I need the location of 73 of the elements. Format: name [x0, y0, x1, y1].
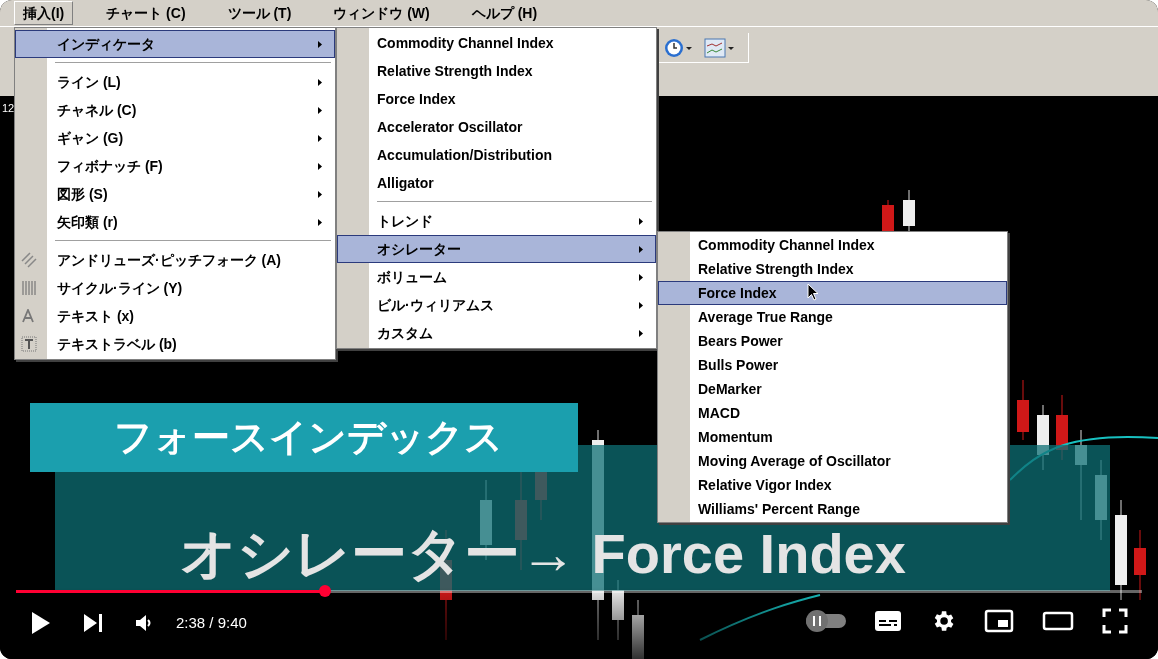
text-label-icon [21, 336, 37, 352]
menu-bar-item[interactable]: ツール (T) [218, 1, 301, 25]
menu-item[interactable]: DeMarker [658, 377, 1007, 401]
caption-text: オシレーター→ Force Index [180, 524, 906, 584]
submenu-arrow-icon [639, 301, 643, 309]
menu-item[interactable]: ボリューム [337, 263, 656, 291]
menu-item[interactable]: Relative Strength Index [337, 57, 656, 85]
time-display: 2:38 / 9:40 [176, 612, 247, 633]
menu-item[interactable]: Accelerator Oscillator [337, 113, 656, 141]
submenu-arrow-icon [318, 134, 322, 142]
menu-item[interactable]: 矢印類 (r) [15, 208, 335, 236]
menu-item[interactable]: ビル·ウィリアムス [337, 291, 656, 319]
menu-item[interactable]: Momentum [658, 425, 1007, 449]
theater-mode-icon[interactable] [1042, 611, 1074, 631]
menu-item[interactable]: Commodity Channel Index [337, 29, 656, 57]
vertical-lines-icon [21, 280, 37, 296]
menu-item[interactable]: ライン (L) [15, 68, 335, 96]
candlestick [632, 599, 644, 659]
menu-bar-item[interactable]: ヘルプ (H) [462, 1, 547, 25]
submenu-arrow-icon [639, 273, 643, 281]
menu-bar-item[interactable]: チャート (C) [97, 1, 195, 25]
menu-item[interactable]: ギャン (G) [15, 124, 335, 152]
diagonal-lines-icon [21, 252, 37, 268]
menu-item[interactable]: 図形 (S) [15, 180, 335, 208]
menu-item[interactable]: Bears Power [658, 329, 1007, 353]
menu-item[interactable]: オシレーター [337, 235, 656, 263]
miniplayer-icon[interactable] [984, 609, 1014, 633]
menu-item[interactable]: アンドリューズ·ピッチフォーク (A) [15, 246, 335, 274]
menu-item[interactable]: カスタム [337, 319, 656, 347]
submenu-arrow-icon [639, 217, 643, 225]
menu-item[interactable]: フィボナッチ (F) [15, 152, 335, 180]
menu-item[interactable]: MACD [658, 401, 1007, 425]
menu-item[interactable]: Relative Strength Index [658, 257, 1007, 281]
fullscreen-icon[interactable] [1102, 608, 1128, 634]
submenu-arrow-icon [318, 190, 322, 198]
pause-icon [813, 616, 821, 626]
menu-item[interactable]: Average True Range [658, 305, 1007, 329]
menu-item[interactable]: サイクル·ライン (Y) [15, 274, 335, 302]
clock-icon[interactable] [664, 37, 694, 58]
subtitles-icon[interactable] [874, 610, 902, 632]
price-label: 12 [2, 101, 15, 116]
menu-item[interactable]: テキスト (x) [15, 302, 335, 330]
next-icon[interactable] [82, 612, 104, 634]
menu-item[interactable]: Williams' Percent Range [658, 497, 1007, 521]
menu-item[interactable]: Alligator [337, 169, 656, 197]
title-banner: フォースインデックス [30, 403, 578, 472]
menu-item[interactable]: インディケータ [15, 30, 335, 58]
candlestick [1017, 379, 1029, 441]
letter-icon [21, 309, 35, 323]
submenu-arrow-icon [639, 329, 643, 337]
chart-window-icon[interactable] [704, 37, 736, 58]
menu-item[interactable]: Commodity Channel Index [658, 233, 1007, 257]
menu-item[interactable]: チャネル (C) [15, 96, 335, 124]
submenu-arrow-icon [318, 106, 322, 114]
play-icon[interactable] [30, 610, 52, 636]
submenu-arrow-icon [318, 162, 322, 170]
menu-item[interactable]: トレンド [337, 207, 656, 235]
menu-bar-item[interactable]: ウィンドウ (W) [324, 1, 439, 25]
submenu-arrow-icon [318, 218, 322, 226]
menu-item[interactable]: Force Index [658, 281, 1007, 305]
menu-item[interactable]: Force Index [337, 85, 656, 113]
menu-item[interactable]: Relative Vigor Index [658, 473, 1007, 497]
menu-item[interactable]: Bulls Power [658, 353, 1007, 377]
candlestick [1134, 529, 1146, 601]
menu-bar-item[interactable]: 挿入(I) [14, 1, 74, 25]
menu-item[interactable]: Accumulation/Distribution [337, 141, 656, 169]
mouse-cursor-icon [807, 283, 819, 301]
submenu-arrow-icon [318, 78, 322, 86]
progress-track[interactable] [16, 590, 1142, 593]
submenu-arrow-icon [318, 40, 322, 48]
menu-item[interactable]: テキストラベル (b) [15, 330, 335, 358]
menu-item[interactable]: Moving Average of Oscillator [658, 449, 1007, 473]
submenu-arrow-icon [639, 245, 643, 253]
